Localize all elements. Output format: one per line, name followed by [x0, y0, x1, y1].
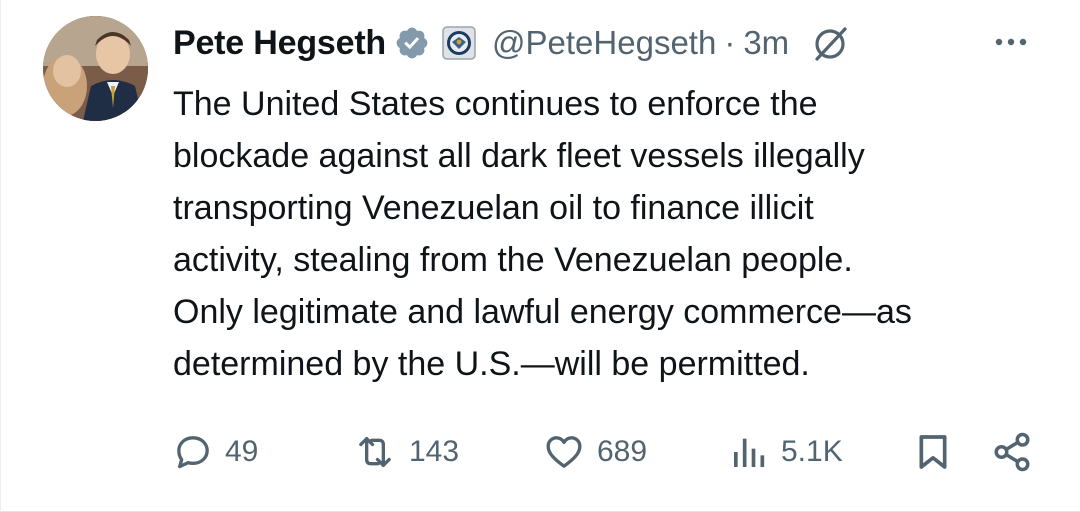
reply-button[interactable]: 49	[173, 424, 258, 480]
share-icon	[994, 432, 1030, 472]
views-count: 5.1K	[781, 435, 843, 468]
verified-badge-icon[interactable]	[394, 25, 430, 61]
more-options-icon[interactable]	[991, 30, 1031, 54]
reply-count: 49	[225, 435, 259, 468]
tweet-text: The United States continues to enforce t…	[173, 85, 912, 383]
like-button[interactable]: 689	[543, 424, 647, 480]
author-handle[interactable]: @PeteHegseth	[492, 24, 716, 62]
timestamp[interactable]: 3m	[743, 24, 789, 62]
grok-icon[interactable]	[811, 23, 851, 63]
tweet-header: Pete Hegseth @PeteHegseth · 3m	[173, 20, 851, 66]
repost-button[interactable]: 143	[353, 424, 459, 480]
repost-count: 143	[409, 435, 460, 468]
tweet-actions: 49 143 689 5.1K	[173, 424, 1043, 480]
tweet-card[interactable]: Pete Hegseth @PeteHegseth · 3m The Unite…	[0, 0, 1080, 512]
views-button[interactable]: 5.1K	[729, 424, 843, 480]
repost-icon	[359, 437, 391, 467]
reply-icon	[177, 436, 209, 469]
bookmark-button[interactable]	[913, 424, 953, 480]
avatar-image	[43, 16, 148, 121]
like-count: 689	[597, 435, 648, 468]
author-name[interactable]: Pete Hegseth	[173, 24, 386, 63]
share-button[interactable]	[991, 424, 1033, 480]
avatar[interactable]	[43, 16, 148, 121]
bookmark-icon	[919, 435, 947, 469]
views-icon	[734, 438, 765, 467]
separator-dot: ·	[724, 24, 736, 61]
dod-seal-icon[interactable]	[442, 26, 476, 60]
heart-icon	[546, 436, 582, 468]
